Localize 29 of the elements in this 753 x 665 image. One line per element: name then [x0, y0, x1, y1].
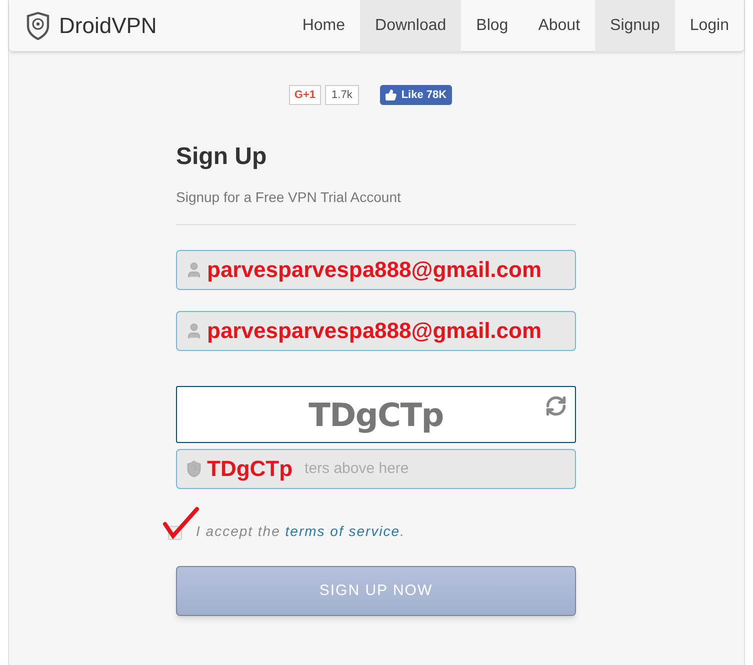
field-value: parvesparvespa888@gmail.com: [207, 259, 542, 281]
nav-link[interactable]: Download: [360, 0, 462, 52]
input-field[interactable]: parvesparvespa888@gmail.com: [176, 311, 576, 351]
nav-link[interactable]: Login: [674, 0, 744, 52]
terms-text: I accept the terms of service.: [196, 522, 405, 541]
shield-logo-icon: [25, 12, 51, 40]
share-count: 1.7k: [324, 85, 360, 105]
input-field[interactable]: parvesparvespa888@gmail.com: [176, 250, 576, 290]
page-title: Sign Up: [176, 142, 268, 172]
nav-link[interactable]: About: [523, 0, 596, 52]
thumbs-up-icon: [385, 89, 398, 101]
terms-link[interactable]: terms of service: [285, 523, 400, 539]
field-value: TDgCTp: [207, 458, 293, 480]
field-placeholder: ters above here: [304, 458, 409, 479]
user-icon: [185, 261, 203, 279]
shield-icon: [185, 460, 203, 478]
google-plus-button[interactable]: G+1: [289, 85, 321, 105]
user-icon: [185, 322, 203, 340]
page-subtitle: Signup for a Free VPN Trial Account: [176, 188, 402, 207]
nav-link[interactable]: Home: [287, 0, 360, 52]
field-value: parvesparvespa888@gmail.com: [207, 320, 542, 342]
checkbox[interactable]: [162, 506, 200, 540]
brand-name: DroidVPN: [59, 12, 157, 40]
nav-link[interactable]: Blog: [461, 0, 524, 52]
refresh-icon[interactable]: [545, 395, 567, 417]
input-field[interactable]: TDgCTp ters above here: [176, 449, 576, 489]
nav-link[interactable]: Signup: [595, 0, 675, 52]
captcha-text: TDgCTp: [308, 394, 444, 436]
facebook-like-button[interactable]: Like 78K: [380, 85, 452, 105]
